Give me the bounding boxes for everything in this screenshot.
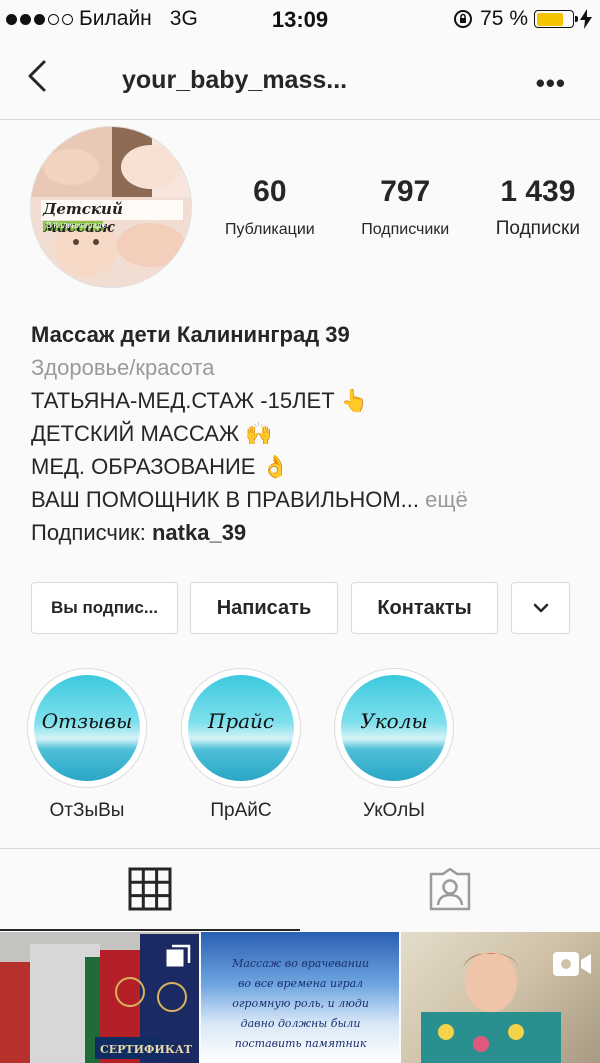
bio-line: ВАШ ПОМОЩНИК В ПРАВИЛЬНОМ...: [31, 487, 420, 512]
story-highlight[interactable]: Уколы УкОлЫ: [334, 668, 454, 822]
profile-tabs: [0, 848, 600, 931]
profile-category: Здоровье/красота: [31, 355, 215, 380]
bio-line: МЕД. ОБРАЗОВАНИЕ 👌: [31, 454, 289, 479]
highlight-label: УкОлЫ: [362, 800, 425, 821]
profile-bio: Массаж дети Калининград 39 Здоровье/крас…: [31, 318, 576, 549]
highlight-label: ОтЗыВы: [49, 800, 125, 821]
bio-line: ДЕТСКИЙ МАССАЖ 🙌: [31, 421, 273, 446]
post-thumbnail[interactable]: [401, 932, 600, 1063]
contacts-button[interactable]: Контакты: [351, 582, 498, 634]
stat-followers-count: 797: [380, 175, 431, 208]
bio-more-link[interactable]: ещё: [425, 487, 468, 512]
stat-following[interactable]: 1 439 Подписки: [496, 175, 580, 240]
stat-following-count: 1 439: [500, 175, 576, 208]
profile-full-name: Массаж дети Калининград 39: [31, 322, 350, 347]
mutual-follower-name[interactable]: natka_39: [152, 520, 246, 545]
mutual-follower-prefix: Подписчик:: [31, 520, 146, 545]
post-grid: СЕРТИФИКАТ Массаж во врачевании во все в…: [0, 932, 600, 1063]
stat-posts-label: Публикации: [225, 221, 315, 238]
status-bar: Билайн 3G 13:09 75 %: [0, 0, 600, 40]
video-icon: [552, 952, 591, 976]
chevron-left-icon[interactable]: [20, 58, 60, 98]
highlight-cover: Отзывы: [27, 668, 147, 788]
following-button[interactable]: Вы подпис...: [31, 582, 178, 634]
post-caption-text: СЕРТИФИКАТ: [100, 1043, 192, 1056]
stat-posts[interactable]: 60 Публикации: [225, 175, 315, 240]
post-thumbnail[interactable]: СЕРТИФИКАТ: [0, 932, 199, 1063]
stat-followers-label: Подписчики: [361, 221, 450, 238]
suggestions-dropdown-button[interactable]: [511, 582, 570, 634]
post-caption-text: Массаж во врачевании во все времена игра…: [232, 957, 370, 1063]
stat-posts-count: 60: [253, 175, 287, 208]
profile-avatar[interactable]: Детский массаж В Калининграде: [30, 126, 192, 288]
bio-line: ТАТЬЯНА-МЕД.СТАЖ -15ЛЕТ 👆: [31, 388, 369, 413]
rotation-lock-icon: [454, 10, 473, 28]
message-button[interactable]: Написать: [190, 582, 338, 634]
profile-stats: 60 Публикации 797 Подписчики 1 439 Подпи…: [225, 175, 580, 240]
battery-icon: [534, 10, 578, 28]
avatar-title: Детский массаж: [43, 200, 123, 236]
chevron-down-icon: [533, 603, 548, 613]
highlight-cover-text: Отзывы: [41, 709, 133, 733]
more-horizontal-icon[interactable]: •••: [536, 68, 566, 99]
carousel-icon: [166, 944, 190, 967]
mutual-follower: Подписчик: natka_39: [31, 516, 576, 549]
profile-header: your_baby_mass... •••: [0, 40, 600, 120]
tagged-person-icon: [429, 868, 471, 911]
avatar-subtitle: В Калининграде: [46, 221, 107, 230]
battery-percent: 75 %: [480, 7, 528, 30]
highlight-cover: Прайс: [181, 668, 301, 788]
highlight-label: ПрАйС: [210, 800, 272, 821]
post-thumbnail[interactable]: Массаж во врачевании во все времена игра…: [200, 932, 400, 1063]
story-highlight[interactable]: Прайс ПрАйС: [181, 668, 301, 822]
grid-icon: [128, 867, 172, 911]
story-highlight[interactable]: Отзывы ОтЗыВы: [27, 668, 147, 822]
status-bar-right: 75 %: [452, 7, 592, 31]
tab-tagged[interactable]: [300, 849, 600, 931]
highlight-cover-text: Прайс: [207, 709, 275, 733]
stat-following-label: Подписки: [495, 218, 580, 239]
highlight-cover-text: Уколы: [360, 709, 428, 733]
stat-followers[interactable]: 797 Подписчики: [361, 175, 449, 240]
tab-grid[interactable]: [0, 849, 300, 931]
profile-username: your_baby_mass...: [122, 66, 348, 94]
charging-bolt-icon: [580, 9, 592, 29]
bio-line-truncated: ВАШ ПОМОЩНИК В ПРАВИЛЬНОМ... ещё: [31, 483, 576, 516]
highlight-cover: Уколы: [334, 668, 454, 788]
